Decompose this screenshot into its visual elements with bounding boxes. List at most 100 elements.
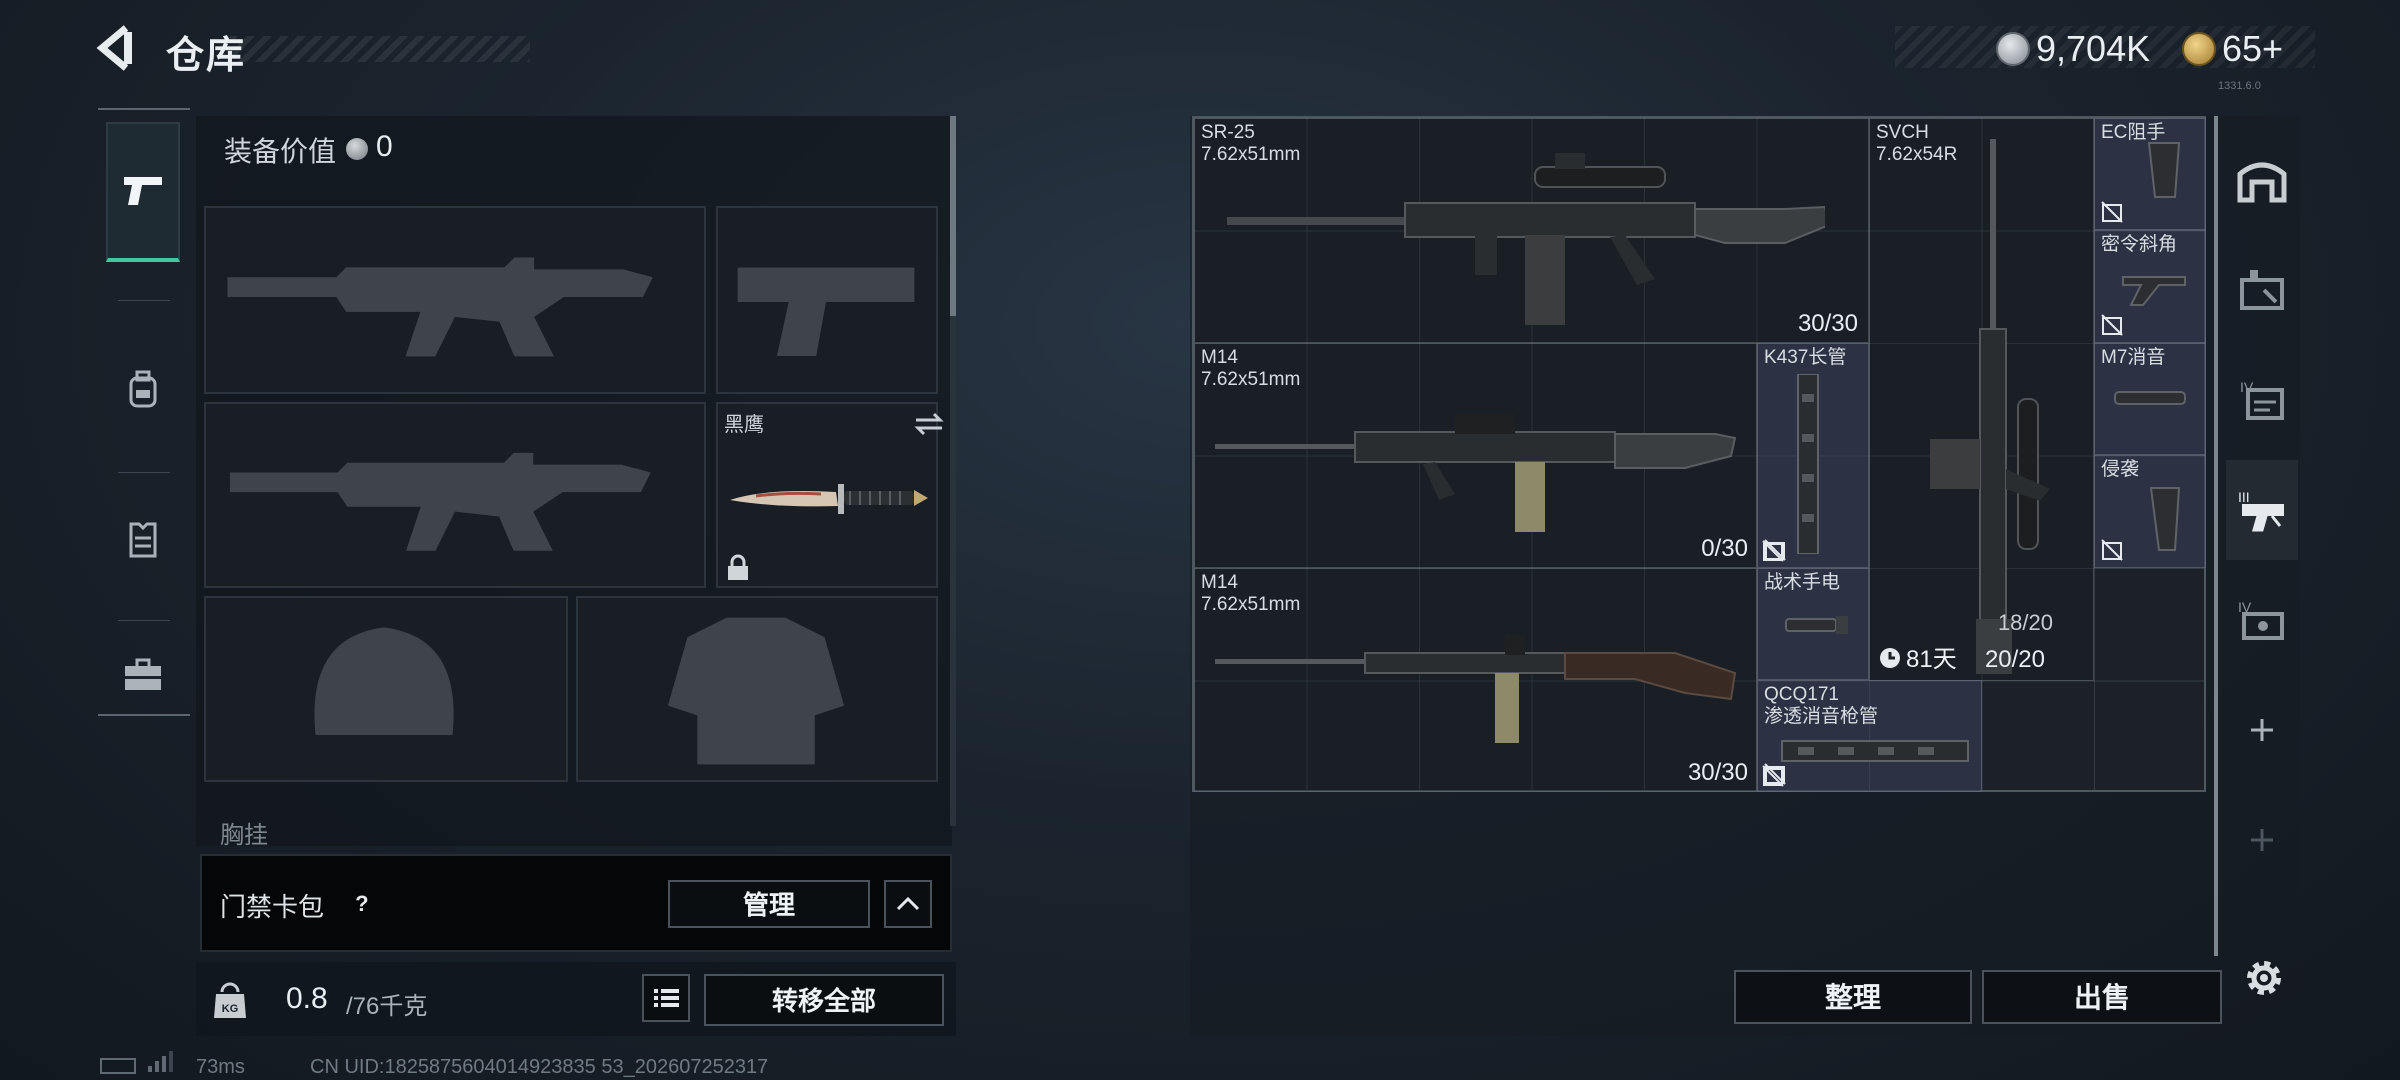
- angled-grip-icon: [2122, 276, 2186, 306]
- unlocked-slot-icon: [2101, 539, 2123, 561]
- stash-item-angled-grip[interactable]: 密令斜角: [2094, 230, 2206, 343]
- stash-item-invasion-grip[interactable]: 侵袭: [2094, 455, 2206, 568]
- title-decoration: [230, 36, 530, 62]
- stash-side-tabs: IV III IV: [2226, 120, 2298, 940]
- stash-item-k437-barrel[interactable]: K437长管: [1757, 343, 1869, 568]
- stash-item-ec-handstop[interactable]: EC阻手: [2094, 118, 2206, 230]
- sell-button[interactable]: 出售: [1982, 970, 2222, 1024]
- rifle-icon: [1215, 414, 1737, 532]
- tab-weapons[interactable]: [106, 122, 180, 262]
- swap-icon[interactable]: [914, 412, 944, 436]
- secondary-weapon-slot[interactable]: [204, 402, 706, 588]
- stash-item-tactical-flashlight[interactable]: 战术手电: [1757, 568, 1869, 680]
- side-tab-stash-1[interactable]: [2226, 240, 2298, 340]
- clock-icon: [1880, 648, 1900, 668]
- helmet-slot[interactable]: [204, 596, 568, 782]
- stash-scrollbar[interactable]: [2214, 116, 2218, 956]
- tab-vest[interactable]: [106, 490, 180, 590]
- collapse-button[interactable]: [884, 880, 932, 928]
- barrel-icon: [1781, 740, 1969, 762]
- item-name: 密令斜角: [2101, 234, 2178, 255]
- version-text: 1331.6.0: [2218, 80, 2261, 92]
- ammo-count: 20/20: [1984, 646, 2045, 673]
- add-stash-tab-disabled: [2226, 790, 2298, 890]
- help-text: ?: [355, 890, 369, 916]
- kettlebell-icon: KG: [214, 982, 246, 1018]
- item-name: K437长管: [1764, 347, 1847, 368]
- stash-item-qcq171-barrel[interactable]: QCQ171 渗透消音枪管: [1757, 680, 1982, 792]
- knife-icon: [730, 484, 928, 514]
- pistol-icon: [124, 177, 162, 205]
- gold-icon: [2182, 32, 2216, 66]
- coin-icon: [1996, 32, 2030, 66]
- briefcase-icon: [125, 658, 161, 690]
- back-button[interactable]: [96, 24, 140, 72]
- rifle-silhouette-icon: [227, 257, 653, 357]
- keycard-label: 门禁卡包: [220, 892, 325, 922]
- armor-silhouette-icon: [667, 617, 845, 765]
- item-caliber: 渗透消音枪管: [1764, 706, 1879, 727]
- coin-icon: [346, 138, 368, 160]
- side-tab-stash-4[interactable]: IV: [2226, 570, 2298, 670]
- suppressor-icon: [2114, 391, 2186, 405]
- side-tab-stash-main[interactable]: [2226, 130, 2298, 230]
- transfer-all-button[interactable]: 转移全部: [704, 974, 944, 1026]
- weight-value: 0.8: [286, 982, 328, 1015]
- stash-item-svch[interactable]: SVCH 7.62x54R 18/20 81天 20/20: [1869, 118, 2094, 681]
- list-view-button[interactable]: [642, 974, 690, 1022]
- melee-name: 黑鹰: [724, 414, 764, 436]
- tab-divider: [118, 472, 170, 473]
- add-stash-tab-button[interactable]: [2226, 680, 2298, 780]
- backpack-icon: [129, 370, 157, 408]
- svg-text:III: III: [2238, 489, 2250, 505]
- organize-button[interactable]: 整理: [1734, 970, 1972, 1024]
- ping-text: 73ms: [196, 1056, 245, 1078]
- helmet-silhouette-icon: [314, 627, 454, 735]
- tab-backpack[interactable]: [106, 340, 180, 440]
- equipment-value-label: 装备价值: [224, 136, 337, 167]
- expiry-days: 81天: [1906, 646, 1957, 673]
- tab-case[interactable]: [106, 640, 180, 710]
- equipment-value: 0: [376, 130, 393, 163]
- weapon-rack-icon: III: [2238, 489, 2284, 532]
- stash-item-m14[interactable]: M14 7.62x51mm 30/30: [1194, 568, 1757, 792]
- pistol-grip-icon: [2149, 487, 2181, 551]
- item-name: M14: [1201, 347, 1238, 368]
- stash-grid: SR-25 7.62x51mm 30/30 SVCH 7.62x54R 18/2…: [1192, 116, 2206, 792]
- category-tabs: [98, 108, 190, 716]
- list-icon: [654, 989, 679, 1007]
- stash-item-m7-suppressor[interactable]: M7消音: [2094, 343, 2206, 455]
- item-name: 侵袭: [2101, 459, 2140, 480]
- armor-slot[interactable]: [576, 596, 938, 782]
- unlocked-slot-icon: [1762, 540, 1784, 562]
- battery-icon: [100, 1058, 136, 1074]
- sidearm-slot[interactable]: [716, 206, 938, 394]
- gold-balance[interactable]: 65+: [2222, 28, 2283, 70]
- item-name: M14: [1201, 572, 1238, 593]
- toolbox-tab-icon: IV: [2238, 599, 2284, 640]
- coin-balance: 9,704K: [2036, 28, 2151, 69]
- sniper-rifle-icon: [1227, 153, 1825, 325]
- plus-icon: [2251, 719, 2273, 741]
- weight-max: /76千克: [346, 993, 428, 1020]
- stash-item-m14[interactable]: M14 7.62x51mm 0/30: [1194, 343, 1757, 568]
- unlocked-slot-icon: [2101, 314, 2123, 336]
- grip-icon: [2147, 142, 2181, 198]
- melee-slot[interactable]: 黑鹰: [716, 402, 944, 588]
- manage-button[interactable]: 管理: [668, 880, 870, 928]
- document-tab-icon: IV: [2240, 379, 2284, 420]
- unlocked-slot-icon: [1762, 765, 1784, 787]
- rifle-silhouette-icon: [229, 452, 651, 551]
- plus-icon: [2251, 829, 2273, 851]
- handguard-icon: [1797, 374, 1819, 554]
- warehouse-icon: [2237, 162, 2287, 203]
- side-tab-stash-2[interactable]: IV: [2226, 350, 2298, 450]
- primary-weapon-slot[interactable]: [204, 206, 706, 394]
- signal-icon: [148, 1051, 173, 1072]
- stash-item-sr25[interactable]: SR-25 7.62x51mm 30/30: [1194, 118, 1869, 343]
- ammo-count: 30/30: [1687, 759, 1748, 786]
- equipment-scroll-thumb[interactable]: [950, 116, 956, 316]
- settings-button[interactable]: [2240, 954, 2288, 1002]
- flashlight-icon: [1785, 616, 1848, 634]
- side-tab-stash-3[interactable]: III: [2226, 460, 2298, 560]
